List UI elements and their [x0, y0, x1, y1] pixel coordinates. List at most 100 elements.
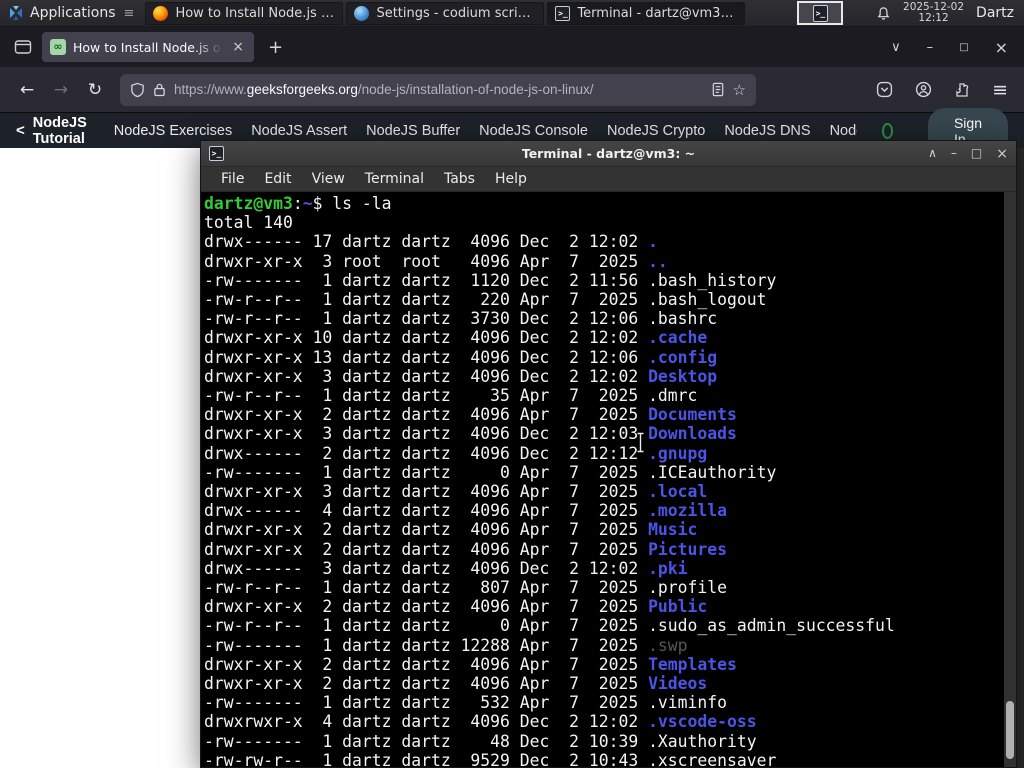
- workspace-pager[interactable]: >_: [797, 1, 844, 25]
- terminal-content[interactable]: dartz@vm3:~$ ls -la total 140 drwx------…: [201, 192, 1016, 767]
- pocket-icon[interactable]: [876, 81, 893, 98]
- new-tab-button[interactable]: +: [268, 37, 283, 58]
- terminal-line: drwxr-xr-x 3 dartz dartz 4096 Apr 7 2025…: [204, 482, 708, 502]
- terminal-icon: >_: [812, 4, 828, 22]
- terminal-window: >_ Terminal - dartz@vm3: ~ ∧ – □ × File …: [200, 140, 1017, 768]
- terminal-line: drwxr-xr-x 2 dartz dartz 4096 Apr 7 2025…: [204, 539, 728, 559]
- menu-edit[interactable]: Edit: [254, 171, 301, 187]
- terminal-line: drwxr-xr-x 13 dartz dartz 4096 Dec 2 12:…: [204, 347, 718, 367]
- menu-terminal[interactable]: Terminal: [355, 171, 434, 187]
- url-path: /node-js/installation-of-node-js-on-linu…: [357, 82, 594, 97]
- applications-menu-button[interactable]: Applications ≡: [0, 0, 142, 26]
- lock-icon[interactable]: [153, 82, 166, 97]
- reader-mode-icon[interactable]: [711, 82, 725, 97]
- file-name: Desktop: [648, 366, 718, 386]
- terminal-line: drwxr-xr-x 2 dartz dartz 4096 Apr 7 2025…: [204, 520, 698, 540]
- taskbar-clock[interactable]: 2025-12-02 12:12: [903, 2, 964, 24]
- terminal-line: -rw-r--r-- 1 dartz dartz 807 Apr 7 2025 …: [204, 578, 728, 598]
- prompt-path: ~: [302, 194, 313, 213]
- taskbar-window-vscodium[interactable]: Settings - codium script...: [346, 1, 545, 25]
- minimize-button[interactable]: –: [951, 146, 957, 162]
- file-name: .bash_history: [648, 270, 777, 290]
- taskbar-window-terminal[interactable]: >_ Terminal - dartz@vm3: ~: [547, 1, 746, 25]
- browser-tab-active[interactable]: ∞ How to Install Node.js o ×: [42, 32, 254, 62]
- file-name: ..: [648, 251, 668, 271]
- site-nav-link[interactable]: NodeJS Exercises: [114, 123, 232, 139]
- terminal-scrollbar-thumb[interactable]: [1006, 701, 1014, 759]
- vscodium-icon: [354, 5, 370, 21]
- taskbar-window-title: How to Install Node.js o...: [175, 5, 336, 21]
- applications-label: Applications: [30, 5, 116, 21]
- file-name: .local: [648, 482, 708, 502]
- file-name: .sudo_as_admin_successful: [648, 616, 895, 636]
- menu-tabs[interactable]: Tabs: [434, 171, 485, 187]
- maximize-button[interactable]: □: [959, 42, 968, 53]
- file-name: Templates: [648, 654, 737, 674]
- terminal-line: -rw------- 1 dartz dartz 48 Dec 2 10:39 …: [204, 731, 757, 751]
- file-name: .Xauthority: [648, 731, 757, 751]
- extensions-puzzle-icon[interactable]: [954, 82, 970, 98]
- account-icon[interactable]: [915, 81, 932, 98]
- maximize-button[interactable]: □: [971, 146, 982, 162]
- terminal-line: drwxr-xr-x 3 root root 4096 Apr 7 2025 .…: [204, 251, 668, 271]
- back-button[interactable]: ←: [10, 80, 44, 100]
- file-name: Pictures: [648, 539, 728, 559]
- terminal-line: drwxr-xr-x 3 dartz dartz 4096 Dec 2 12:0…: [204, 424, 737, 444]
- terminal-icon: >_: [555, 5, 571, 21]
- site-nav-link[interactable]: NodeJS Assert: [251, 123, 347, 139]
- file-name: Downloads: [648, 424, 737, 444]
- file-name: Music: [648, 520, 698, 540]
- page-scrollbar[interactable]: [1016, 148, 1024, 768]
- taskbar-user-label[interactable]: Dartz: [976, 5, 1014, 21]
- terminal-line: -rw------- 1 dartz dartz 532 Apr 7 2025 …: [204, 693, 728, 713]
- terminal-line: drwxr-xr-x 3 dartz dartz 4096 Dec 2 12:0…: [204, 366, 718, 386]
- site-nav-link[interactable]: NodeJS Console: [479, 123, 588, 139]
- url-scheme: https://www.: [174, 82, 247, 97]
- toolbar-right-icons: ≡: [876, 79, 1014, 101]
- close-button[interactable]: ×: [996, 146, 1008, 162]
- file-name: .bash_logout: [648, 290, 767, 310]
- file-name: .xscreensaver: [648, 750, 777, 767]
- tab-close-icon[interactable]: ×: [230, 39, 246, 55]
- close-button[interactable]: ×: [995, 38, 1008, 57]
- terminal-scrollbar[interactable]: [1004, 192, 1016, 767]
- minimize-button[interactable]: –: [927, 40, 934, 55]
- site-nav-link[interactable]: NodeJS DNS: [724, 123, 810, 139]
- terminal-line: -rw------- 1 dartz dartz 0 Apr 7 2025 .I…: [204, 462, 777, 482]
- file-name: .profile: [648, 578, 728, 598]
- terminal-total-line: total 140: [204, 213, 293, 233]
- site-nav-link-truncated[interactable]: Node>: [830, 122, 857, 139]
- url-text[interactable]: https://www.geeksforgeeks.org/node-js/in…: [174, 82, 703, 97]
- menu-hamburger-icon[interactable]: ≡: [992, 79, 1008, 101]
- file-name: .swp: [648, 635, 688, 655]
- search-icon[interactable]: [881, 122, 893, 139]
- bookmark-star-icon[interactable]: ☆: [733, 81, 746, 99]
- terminal-line: -rw-r--r-- 1 dartz dartz 3730 Dec 2 12:0…: [204, 309, 718, 329]
- notification-bell-icon[interactable]: [876, 6, 891, 21]
- shade-button[interactable]: ∧: [928, 146, 937, 162]
- terminal-line: drwxr-xr-x 2 dartz dartz 4096 Apr 7 2025…: [204, 654, 737, 674]
- terminal-line: drwx------ 2 dartz dartz 4096 Dec 2 12:1…: [204, 443, 708, 463]
- site-nav-link[interactable]: NodeJS Crypto: [607, 123, 705, 139]
- reload-button[interactable]: ↻: [78, 80, 112, 100]
- forward-button[interactable]: →: [44, 80, 78, 100]
- menu-help[interactable]: Help: [485, 171, 537, 187]
- tab-title: How to Install Node.js o: [73, 39, 221, 55]
- file-name: .config: [648, 347, 718, 367]
- firefox-icon: [153, 5, 169, 21]
- terminal-line: drwxr-xr-x 10 dartz dartz 4096 Dec 2 12:…: [204, 328, 708, 348]
- taskbar-window-firefox[interactable]: How to Install Node.js o...: [145, 1, 344, 25]
- browser-toolbar: ← → ↻ https://www.geeksforgeeks.org/node…: [0, 67, 1024, 113]
- menu-view[interactable]: View: [302, 171, 355, 187]
- url-bar[interactable]: https://www.geeksforgeeks.org/node-js/in…: [120, 73, 756, 106]
- menu-file[interactable]: File: [211, 171, 254, 187]
- list-tabs-chevron-icon[interactable]: ∨: [891, 40, 901, 55]
- site-nav-back[interactable]: < NodeJS Tutorial: [16, 115, 95, 147]
- site-nav-link[interactable]: NodeJS Buffer: [366, 123, 460, 139]
- taskbar: Applications ≡ How to Install Node.js o.…: [0, 0, 1024, 27]
- file-name: .cache: [648, 328, 708, 348]
- firefox-view-icon[interactable]: [14, 39, 32, 55]
- terminal-window-title: Terminal - dartz@vm3: ~: [521, 146, 696, 161]
- terminal-titlebar[interactable]: >_ Terminal - dartz@vm3: ~ ∧ – □ ×: [201, 141, 1016, 167]
- shield-icon[interactable]: [130, 82, 145, 98]
